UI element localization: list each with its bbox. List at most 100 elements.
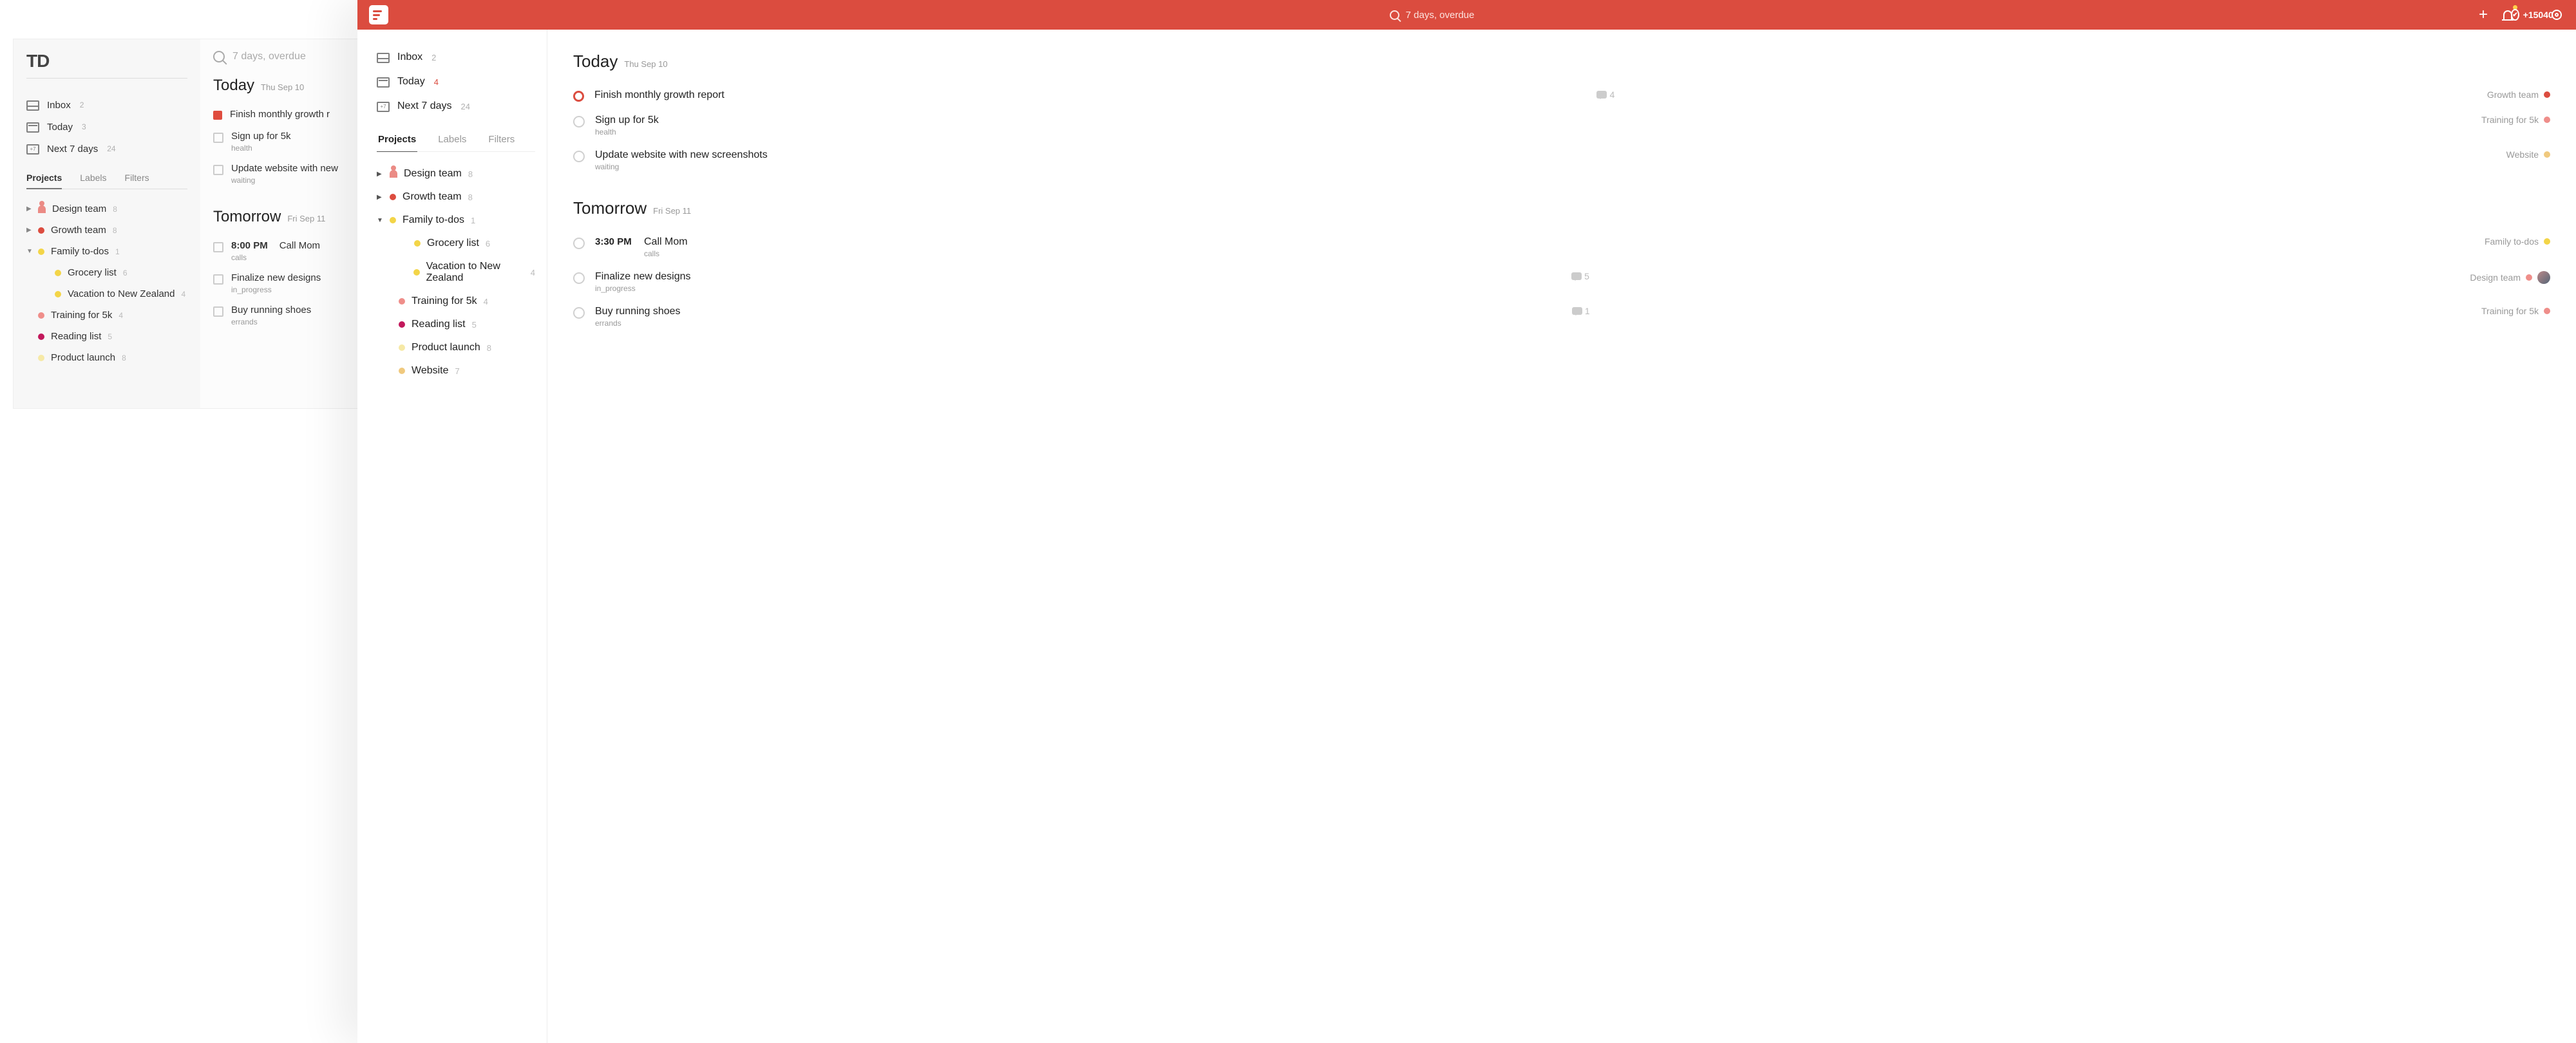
project-color-dot (38, 227, 44, 234)
search-bar[interactable]: 7 days, overdue (1390, 10, 1475, 21)
project-item[interactable]: ▶Design team8 (26, 198, 187, 220)
task-title: Sign up for 5k (595, 115, 659, 126)
project-item[interactable]: Grocery list6 (377, 232, 535, 255)
project-name: Growth team (402, 191, 462, 203)
task-tag: in_progress (595, 284, 691, 293)
project-name: Product launch (51, 352, 115, 363)
comment-count[interactable]: 1 (1572, 306, 1590, 316)
task-checkbox[interactable] (213, 133, 223, 143)
task-tag: calls (231, 253, 320, 262)
person-icon (390, 170, 397, 178)
task-row[interactable]: Finish monthly growth report4Growth team (573, 83, 2550, 108)
project-label[interactable]: Design team (2470, 272, 2521, 283)
section-title: Tomorrow (573, 198, 647, 218)
task-row[interactable]: Sign up for 5khealthTraining for 5k (573, 108, 2550, 143)
project-count: 4 (118, 311, 123, 320)
project-count: 8 (122, 353, 126, 362)
task-checkbox[interactable] (213, 242, 223, 252)
project-color-dot (414, 240, 421, 247)
task-checkbox[interactable] (213, 165, 223, 175)
task-checkbox[interactable] (213, 111, 222, 120)
project-count: 8 (113, 205, 117, 214)
project-list: ▶Design team8▶Growth team8▼Family to-dos… (377, 162, 535, 382)
task-checkbox[interactable] (573, 238, 585, 249)
project-name: Training for 5k (412, 296, 477, 307)
task-row[interactable]: Update website with new screenshotswaiti… (573, 143, 2550, 178)
project-color-dot (390, 194, 396, 200)
project-item[interactable]: Product launch 8 (26, 347, 187, 368)
topbar: 7 days, overdue + ✔ +15040 (357, 0, 2576, 30)
task-checkbox[interactable] (573, 116, 585, 127)
task-row[interactable]: 3:30 PMCall MomcallsFamily to-dos (573, 230, 2550, 265)
task-checkbox[interactable] (573, 151, 585, 162)
task-checkbox[interactable] (213, 306, 223, 317)
comment-count[interactable]: 4 (1596, 89, 1615, 100)
task-checkbox[interactable] (573, 307, 585, 319)
project-item[interactable]: ▼Family to-dos1 (26, 241, 187, 262)
project-color-dot (55, 270, 61, 276)
project-label[interactable]: Website (2506, 149, 2539, 160)
project-color-dot (390, 217, 396, 223)
project-color-dot (413, 269, 420, 276)
task-row[interactable]: Finalize new designsin_progress5Design t… (573, 265, 2550, 299)
project-count: 4 (531, 268, 535, 277)
tab-labels[interactable]: Labels (437, 130, 468, 151)
project-item[interactable]: Reading list5 (26, 326, 187, 347)
project-item[interactable]: Grocery list6 (26, 262, 187, 283)
project-color-dot (2544, 308, 2550, 314)
settings-button[interactable] (2549, 7, 2564, 23)
nav-today[interactable]: Today 3 (26, 116, 187, 138)
task-title: Buy running shoes (231, 305, 311, 315)
nav-inbox[interactable]: Inbox 2 (26, 94, 187, 116)
tab-projects[interactable]: Projects (26, 173, 62, 189)
task-title: Sign up for 5k (231, 131, 291, 142)
project-label[interactable]: Training for 5k (2481, 115, 2539, 125)
project-color-dot (38, 249, 44, 255)
task-tag: waiting (231, 176, 338, 185)
task-title: Finish monthly growth r (230, 109, 330, 120)
nav-today[interactable]: Today 4 (377, 70, 535, 94)
nav-inbox[interactable]: Inbox 2 (377, 45, 535, 70)
project-item[interactable]: Product launch8 (377, 336, 535, 359)
task-row[interactable]: Buy running shoeserrands1Training for 5k (573, 299, 2550, 334)
project-label[interactable]: Training for 5k (2481, 306, 2539, 316)
nav-label: Inbox (47, 100, 71, 111)
tab-projects[interactable]: Projects (377, 130, 417, 152)
sidebar: TD Inbox 2 Today 3 Next 7 days 24 Projec… (14, 39, 200, 408)
project-item[interactable]: ▼Family to-dos1 (377, 209, 535, 232)
task-title: Buy running shoes (595, 306, 681, 317)
nav-label: Today (47, 122, 73, 133)
karma-score[interactable]: ✔ +15040 (2524, 7, 2540, 23)
project-count: 6 (486, 239, 490, 249)
project-item[interactable]: ▶Design team8 (377, 162, 535, 185)
task-checkbox[interactable] (213, 274, 223, 285)
nav-next7[interactable]: Next 7 days 24 (26, 138, 187, 160)
project-item[interactable]: Website7 (377, 359, 535, 382)
project-count: 8 (468, 193, 473, 202)
project-item[interactable]: Vacation to New Zealand4 (377, 255, 535, 290)
add-task-button[interactable]: + (2476, 7, 2491, 23)
project-color-dot (2544, 151, 2550, 158)
task-checkbox[interactable] (573, 91, 584, 102)
tab-labels[interactable]: Labels (80, 173, 106, 189)
project-item[interactable]: ▶Growth team8 (377, 185, 535, 209)
project-item[interactable]: Training for 5k4 (26, 305, 187, 326)
project-color-dot (55, 291, 61, 297)
task-checkbox[interactable] (573, 272, 585, 284)
project-label[interactable]: Growth team (2487, 89, 2539, 100)
project-item[interactable]: Reading list5 (377, 313, 535, 336)
brand-logo[interactable] (369, 5, 388, 24)
search-icon (1390, 10, 1399, 20)
project-item[interactable]: ▶Growth team8 (26, 220, 187, 241)
tab-filters[interactable]: Filters (487, 130, 516, 151)
project-label[interactable]: Family to-dos (2485, 236, 2539, 247)
task-title: Update website with new (231, 163, 338, 174)
project-item[interactable]: Vacation to New Zealand4 (26, 283, 187, 305)
assignee-avatar[interactable] (2537, 271, 2550, 284)
project-item[interactable]: Training for 5k4 (377, 290, 535, 313)
nav-next7[interactable]: Next 7 days 24 (377, 94, 535, 118)
tab-filters[interactable]: Filters (125, 173, 149, 189)
nav-label: Next 7 days (47, 144, 98, 155)
search-icon (213, 51, 225, 62)
comment-count[interactable]: 5 (1571, 271, 1589, 281)
